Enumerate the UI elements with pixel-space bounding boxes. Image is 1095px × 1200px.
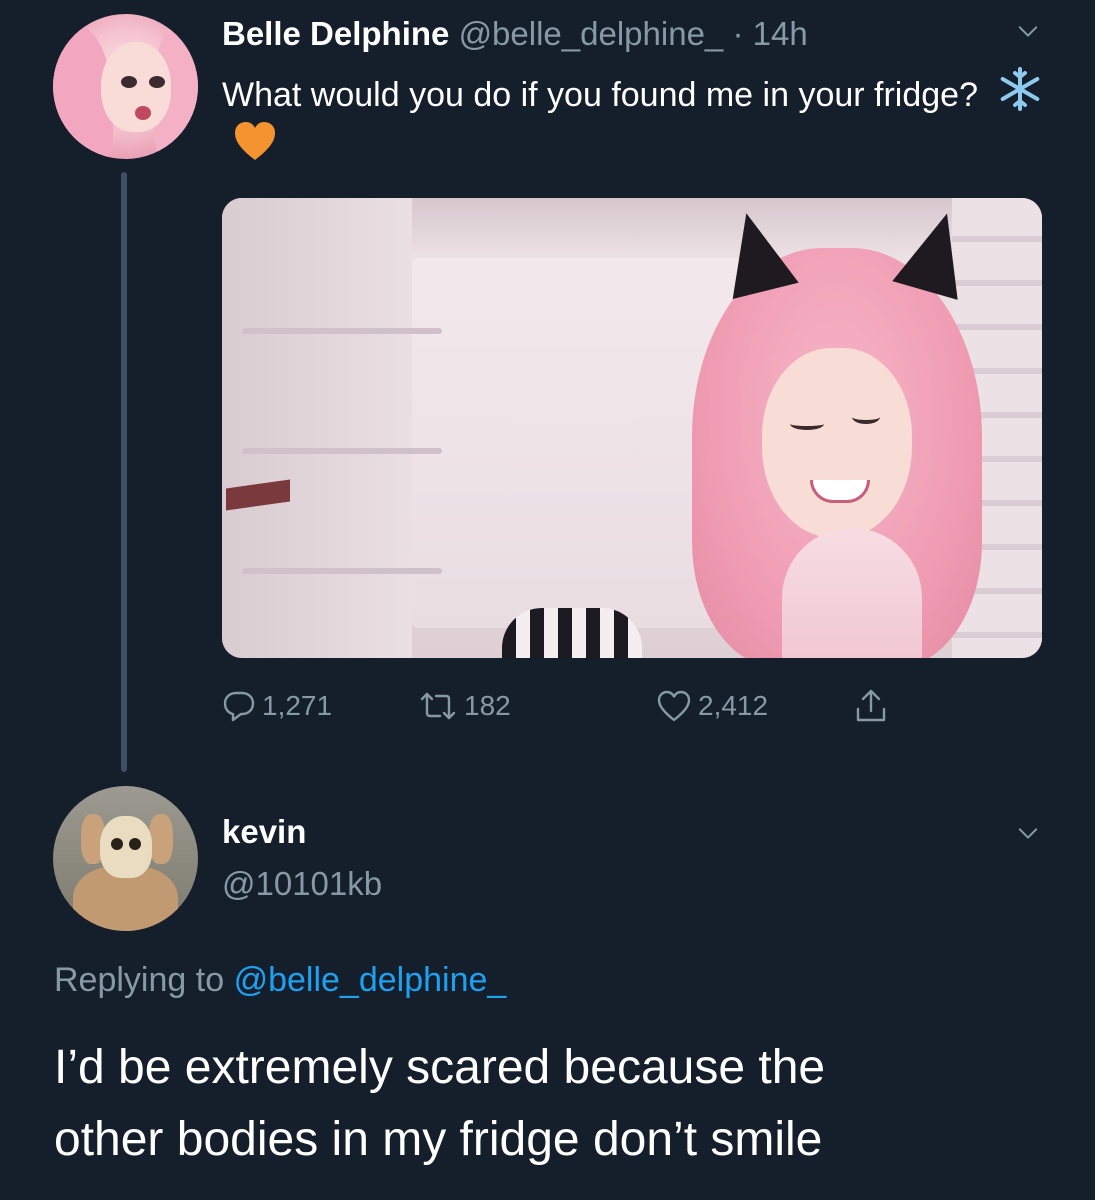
reply-count: 1,271 [262, 690, 333, 721]
thread-connector-line [121, 172, 127, 772]
tweet-timestamp[interactable]: 14h [753, 15, 808, 52]
author-handle[interactable]: @belle_delphine_ [459, 15, 724, 52]
tweet-actions-bar: 1,271 182 2,412 [222, 684, 942, 728]
meta-separator: · [732, 15, 744, 52]
share-button[interactable] [854, 684, 888, 728]
original-tweet: Belle Delphine @belle_delphine_ · 14h Wh… [0, 0, 1095, 780]
reply-button[interactable]: 1,271 [222, 684, 332, 728]
reply-icon [223, 691, 255, 722]
reply-author-handle[interactable]: @10101kb [222, 862, 382, 906]
avatar[interactable] [53, 786, 198, 931]
reply-author-display-name[interactable]: kevin [222, 810, 306, 854]
reply-text-line-2: other bodies in my fridge don’t smile [54, 1113, 823, 1166]
like-count: 2,412 [698, 690, 769, 721]
avatar[interactable] [53, 14, 198, 159]
reply-text-line-1: I’d be extremely scared because the [54, 1041, 826, 1094]
replying-to-label: Replying to [54, 961, 225, 999]
tweet-media-image[interactable] [222, 198, 1042, 658]
like-button[interactable]: 2,412 [656, 684, 768, 728]
retweet-count: 182 [464, 690, 511, 721]
heart-icon [657, 690, 691, 722]
tweet-header: Belle Delphine @belle_delphine_ · 14h [222, 12, 808, 56]
replying-to-mention-link[interactable]: @belle_delphine_ [234, 961, 507, 999]
chevron-down-icon[interactable] [1017, 20, 1039, 42]
orange-heart-icon [235, 122, 275, 160]
replying-to-line: Replying to @belle_delphine_ [54, 956, 506, 1004]
author-display-name[interactable]: Belle Delphine [222, 15, 449, 52]
chevron-down-icon[interactable] [1017, 822, 1039, 844]
retweet-button[interactable]: 182 [418, 684, 511, 728]
snowflake-icon [1001, 67, 1040, 111]
share-icon [856, 689, 886, 722]
tweet-text: What would you do if you found me in you… [222, 76, 978, 114]
retweet-icon [420, 692, 456, 720]
reply-tweet-text: I’d be extremely scared because the othe… [54, 1032, 1054, 1176]
tweet-body: What would you do if you found me in you… [222, 66, 1062, 170]
